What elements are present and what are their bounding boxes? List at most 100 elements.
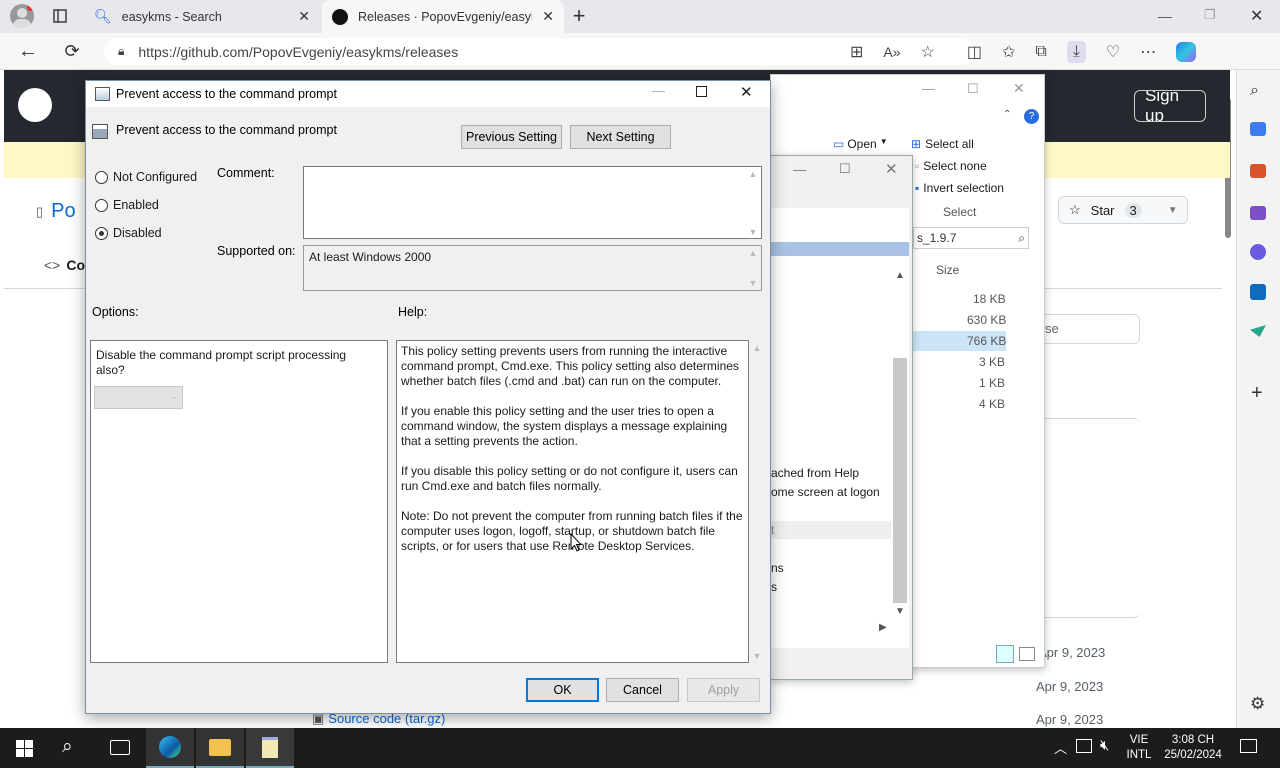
radio-disabled[interactable]: Disabled — [95, 226, 162, 240]
star-dropdown-icon[interactable]: ▼ — [1168, 205, 1178, 216]
copilot-icon[interactable] — [1176, 41, 1197, 62]
file-size: 3 KB — [979, 355, 1006, 369]
back-icon[interactable]: ← — [16, 39, 40, 63]
option-dropdown[interactable]: ⌄ — [94, 386, 183, 409]
explorer-back-close-icon[interactable]: ✕ — [1013, 80, 1025, 97]
task-view-icon[interactable] — [110, 740, 130, 755]
sidebar-settings-icon[interactable]: ⚙ — [1250, 694, 1265, 714]
explorer-front-scrollbar[interactable] — [893, 358, 907, 603]
code-icon: <> — [44, 257, 61, 273]
app-available-icon[interactable]: ⊞ — [850, 42, 863, 62]
search-icon: ⌕ — [1018, 231, 1025, 245]
previous-setting-button[interactable]: Previous Setting — [461, 125, 562, 149]
close-window-icon[interactable]: ✕ — [1250, 6, 1263, 26]
hover-row[interactable] — [771, 521, 891, 539]
help-icon[interactable]: ? — [1024, 109, 1039, 124]
supported-on-value: At least Windows 2000 — [309, 250, 432, 264]
edge-app-icon[interactable] — [146, 728, 194, 768]
scroll-right-icon[interactable]: ▶ — [879, 622, 887, 633]
invert-selection-button[interactable]: ▪ Invert selection — [915, 181, 1004, 195]
more-icon[interactable]: ⋯ — [1140, 42, 1156, 62]
favorites-icon[interactable]: ✩ — [1002, 42, 1015, 62]
open-button[interactable]: ▭ Open ▼ — [833, 137, 888, 151]
scroll-up-icon[interactable]: ▲ — [895, 270, 905, 281]
split-screen-icon[interactable]: ◫ — [967, 42, 982, 62]
dialog-close-icon[interactable]: ✕ — [740, 83, 753, 101]
tab-search[interactable]: 🔍︎ easykms - Search ✕ — [84, 0, 320, 33]
explorer-back-maximize-icon[interactable]: ☐ — [967, 81, 979, 97]
sidebar-tools-icon[interactable] — [1250, 164, 1266, 178]
apply-button[interactable]: Apply — [687, 678, 760, 702]
github-logo-icon[interactable] — [18, 88, 52, 122]
radio-not-configured[interactable]: Not Configured — [95, 170, 197, 184]
sign-up-button[interactable]: Sign up — [1134, 90, 1206, 122]
details-view-icon[interactable] — [996, 645, 1014, 663]
option-question: Disable the command prompt script proces… — [96, 348, 347, 377]
favorite-star-icon[interactable]: ☆ — [921, 42, 935, 62]
minimize-icon[interactable]: — — [1158, 8, 1172, 24]
close-tab-icon[interactable]: ✕ — [298, 8, 310, 25]
next-setting-button[interactable]: Next Setting — [570, 125, 671, 149]
dialog-title-bar: Prevent access to the command prompt — ✕ — [86, 81, 770, 107]
sidebar-tag-icon[interactable] — [1250, 122, 1266, 136]
repo-title[interactable]: ▯ Po — [36, 200, 76, 223]
volume-muted-icon[interactable]: 🔇︎ — [1100, 737, 1109, 754]
notification-icon[interactable] — [1240, 739, 1257, 753]
explorer-back-minimize-icon[interactable]: — — [922, 81, 935, 96]
radio-enabled[interactable]: Enabled — [95, 198, 159, 212]
supported-scrollbar[interactable]: ▲ ▼ — [746, 248, 760, 288]
ribbon-collapse-icon[interactable]: ⌃ — [1003, 109, 1011, 120]
explorer-search-box[interactable]: s_1.9.7 ⌕ — [913, 227, 1029, 249]
cancel-button[interactable]: Cancel — [606, 678, 679, 702]
select-none-button[interactable]: ▫ Select none — [915, 159, 987, 173]
explorer-front-close-icon[interactable]: ✕ — [885, 160, 898, 178]
explorer-front-minimize-icon[interactable]: — — [793, 162, 806, 177]
mouse-cursor-icon — [570, 533, 582, 552]
help-panel: This policy setting prevents users from … — [396, 340, 749, 663]
help-scrollbar[interactable]: ▲ ▼ — [750, 343, 764, 661]
collections-icon[interactable]: ⧉ — [1035, 43, 1046, 61]
refresh-icon[interactable]: ⟳ — [60, 39, 84, 63]
comment-field[interactable] — [303, 166, 762, 239]
sidebar-search-icon[interactable]: ⌕ — [1250, 82, 1259, 100]
notepad-app-icon[interactable] — [246, 728, 294, 768]
select-all-button[interactable]: ⊞ Select all — [911, 137, 974, 151]
taskbar-search-icon[interactable]: ⌕ — [62, 736, 73, 758]
selected-row[interactable] — [771, 242, 909, 256]
release-search-input[interactable]: se — [1040, 314, 1140, 344]
dialog-maximize-icon[interactable] — [696, 86, 707, 97]
show-hidden-icons[interactable]: ︿ — [1054, 738, 1067, 757]
code-tab[interactable]: <> Co — [44, 257, 85, 273]
sidebar-copilot-icon[interactable] — [1250, 244, 1266, 260]
restore-icon[interactable]: ❐ — [1204, 7, 1216, 23]
star-count: 3 — [1124, 202, 1142, 218]
tab-actions-icon[interactable] — [48, 4, 72, 28]
profile-avatar[interactable] — [10, 4, 34, 28]
read-aloud-icon[interactable]: A» — [883, 44, 900, 60]
scroll-down-icon[interactable]: ▼ — [895, 606, 905, 617]
select-none-icon: ▫ — [915, 159, 920, 173]
network-icon[interactable] — [1076, 739, 1092, 753]
close-tab-icon[interactable]: ✕ — [542, 8, 554, 25]
sidebar-send-icon[interactable] — [1250, 325, 1266, 337]
dialog-minimize-icon[interactable]: — — [652, 83, 665, 98]
url-field[interactable]: 🔒︎ https://github.com/PopovEvgeniy/easyk… — [104, 38, 974, 65]
tiles-view-icon[interactable] — [1019, 647, 1035, 661]
sidebar-add-icon[interactable]: + — [1251, 382, 1263, 405]
ok-button[interactable]: OK — [526, 678, 599, 702]
downloads-icon[interactable]: ⤓ — [1066, 40, 1086, 63]
star-button[interactable]: ☆ Star 3 ▼ — [1058, 196, 1188, 224]
health-icon[interactable]: ♡ — [1106, 42, 1120, 62]
sidebar-outlook-icon[interactable] — [1250, 284, 1266, 300]
clock[interactable]: 3:08 CH 25/02/2024 — [1160, 733, 1226, 763]
explorer-front-maximize-icon[interactable]: ☐ — [839, 161, 851, 177]
comment-scrollbar[interactable]: ▲ ▼ — [746, 169, 760, 237]
tab-releases[interactable]: Releases · PopovEvgeniy/easykm ✕ — [322, 0, 564, 33]
sidebar-games-icon[interactable] — [1250, 206, 1266, 220]
new-tab-icon[interactable]: + — [567, 3, 591, 28]
input-language[interactable]: VIE INTL — [1124, 733, 1154, 763]
file-explorer-app-icon[interactable] — [196, 728, 244, 768]
asset-date: Apr 9, 2023 — [1036, 712, 1104, 727]
options-panel: Disable the command prompt script proces… — [90, 340, 388, 663]
start-icon[interactable] — [16, 740, 33, 757]
